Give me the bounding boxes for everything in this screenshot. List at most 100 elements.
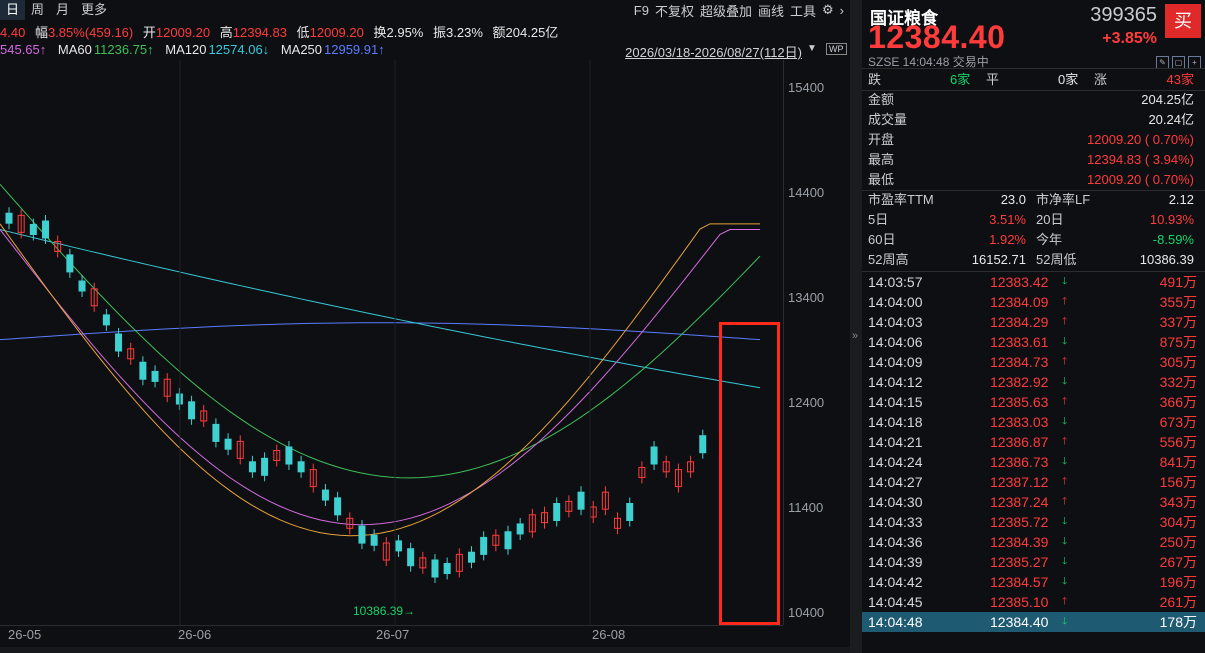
- tab-day[interactable]: 日: [0, 0, 26, 20]
- arrow-down-icon: 🡓: [1062, 536, 1068, 547]
- arrow-down-icon: 🡓: [1062, 556, 1068, 567]
- buy-button[interactable]: 买: [1165, 4, 1201, 38]
- trade-time: 14:04:30: [868, 494, 923, 510]
- date-range[interactable]: 2026/03/18-2026/08/27(112日): [625, 42, 802, 61]
- trade-row[interactable]: 14:04:45 12385.10 🡑 261万: [862, 592, 1205, 612]
- low-label: 最低: [868, 172, 895, 187]
- trade-row[interactable]: 14:04:18 12383.03 🡓 673万: [862, 412, 1205, 432]
- candle: [102, 314, 110, 326]
- ytd-value: -8.59%: [1152, 232, 1194, 247]
- trade-price: 12385.72: [990, 514, 1049, 530]
- ma-line: [0, 322, 761, 341]
- ma120-value: 12574.06↓: [208, 42, 270, 57]
- arrow-up-icon: 🡑: [1062, 396, 1068, 407]
- swing-value: 3.23%: [446, 25, 483, 40]
- settings-icon[interactable]: ⚙: [822, 2, 834, 18]
- candle: [297, 461, 305, 473]
- trade-price: 12383.61: [990, 334, 1049, 350]
- tab-month[interactable]: 月: [50, 0, 75, 20]
- tab-week[interactable]: 周: [25, 0, 50, 20]
- wp-toggle-icon[interactable]: WP: [826, 43, 847, 55]
- no-adjust-button[interactable]: 不复权: [655, 1, 694, 20]
- last-price: 12384.40: [868, 19, 1006, 55]
- trade-price: 12384.39: [990, 534, 1049, 550]
- candle: [5, 212, 13, 224]
- candle: [370, 534, 378, 546]
- arrow-up-icon: 🡑: [1062, 296, 1068, 307]
- d60-value: 1.92%: [989, 232, 1026, 247]
- kline-chart-area[interactable]: 日 周 月 更多 F9 不复权 超级叠加 画线 工具 ⚙ › 4.40 幅3.8…: [0, 0, 850, 653]
- high-value: 12394.83: [232, 25, 287, 40]
- arrow-down-icon: 🡓: [1062, 336, 1068, 347]
- trade-time: 14:03:57: [868, 274, 923, 290]
- trade-row[interactable]: 14:04:15 12385.63 🡑 366万: [862, 392, 1205, 412]
- ma-line: [0, 223, 760, 537]
- trade-row[interactable]: 14:03:57 12383.42 🡓 491万: [862, 272, 1205, 292]
- open-label: 开盘: [868, 132, 895, 147]
- panel-divider[interactable]: »: [850, 0, 862, 653]
- overlay-button[interactable]: 超级叠加: [700, 1, 752, 20]
- trade-volume: 304万: [1159, 514, 1197, 530]
- d5-label: 5日: [868, 212, 889, 227]
- open-label: 开: [142, 25, 156, 40]
- high-row: 最高 12394.83 ( 3.94%): [868, 150, 1194, 170]
- ma-cut-value: 545.65↑: [0, 42, 47, 57]
- trade-price: 12387.12: [990, 474, 1049, 490]
- trade-row[interactable]: 14:04:09 12384.73 🡑 305万: [862, 352, 1205, 372]
- candle: [29, 224, 37, 235]
- trade-row[interactable]: 14:04:21 12386.87 🡑 556万: [862, 432, 1205, 452]
- x-axis-line: [0, 625, 783, 626]
- trade-price: 12385.27: [990, 554, 1049, 570]
- pe-label: 市盈率TTM: [868, 192, 934, 207]
- quote-panel: 国证粮食 399365 买 12384.40 +3.85% SZSE 14:04…: [862, 0, 1205, 653]
- trade-row[interactable]: 14:04:24 12386.73 🡓 841万: [862, 452, 1205, 472]
- trade-volume: 178万: [1159, 614, 1197, 630]
- index-code: 399365: [1090, 4, 1157, 26]
- dropdown-arrow-icon[interactable]: ▼: [807, 43, 817, 54]
- trade-row[interactable]: 14:04:30 12387.24 🡑 343万: [862, 492, 1205, 512]
- candle: [650, 446, 658, 465]
- d5-value: 3.51%: [989, 212, 1026, 227]
- trade-price: 12385.10: [990, 594, 1049, 610]
- trade-row[interactable]: 14:04:48 12384.40 🡓 178万: [862, 612, 1205, 632]
- trade-time: 14:04:03: [868, 314, 923, 330]
- x-tick: 26-07: [376, 627, 410, 642]
- trade-row[interactable]: 14:04:42 12384.57 🡓 196万: [862, 572, 1205, 592]
- tab-more[interactable]: 更多: [75, 0, 113, 20]
- trade-row[interactable]: 14:04:36 12384.39 🡓 250万: [862, 532, 1205, 552]
- trade-time: 14:04:15: [868, 394, 923, 410]
- trade-volume: 673万: [1159, 414, 1197, 430]
- candle: [699, 435, 707, 454]
- trade-price: 12384.73: [990, 354, 1049, 370]
- candlestick-chart[interactable]: [0, 60, 783, 625]
- f9-button[interactable]: F9: [634, 3, 649, 18]
- return-row-2: 60日 1.92% 今年 -8.59%: [868, 230, 1194, 250]
- trade-row[interactable]: 14:04:06 12383.61 🡓 875万: [862, 332, 1205, 352]
- candle: [516, 523, 524, 535]
- expand-icon[interactable]: »: [852, 330, 858, 342]
- y-tick: 14400: [788, 185, 825, 200]
- drawing-button[interactable]: 画线: [758, 1, 784, 20]
- trade-row[interactable]: 14:04:12 12382.92 🡓 332万: [862, 372, 1205, 392]
- y-tick: 12400: [788, 395, 825, 410]
- ma60-value: 11236.75↑: [93, 42, 154, 57]
- trade-row[interactable]: 14:04:27 12387.12 🡑 156万: [862, 472, 1205, 492]
- candle: [151, 370, 159, 382]
- trade-row[interactable]: 14:04:39 12385.27 🡓 267万: [862, 552, 1205, 572]
- amount-label: 金额: [868, 92, 895, 107]
- trade-row[interactable]: 14:04:03 12384.29 🡑 337万: [862, 312, 1205, 332]
- trade-row[interactable]: 14:04:00 12384.09 🡑 355万: [862, 292, 1205, 312]
- trade-time: 14:04:42: [868, 574, 923, 590]
- separator: [862, 68, 1205, 69]
- candle: [321, 489, 329, 501]
- trade-price: 12386.87: [990, 434, 1049, 450]
- flat-count: 0家: [1058, 72, 1079, 87]
- volume-row: 成交量 20.24亿: [868, 110, 1194, 130]
- trade-volume: 355万: [1159, 294, 1197, 310]
- chevron-right-icon[interactable]: ›: [840, 3, 844, 18]
- tools-button[interactable]: 工具: [790, 1, 816, 20]
- trade-row[interactable]: 14:04:33 12385.72 🡓 304万: [862, 512, 1205, 532]
- open-row: 开盘 12009.20 ( 0.70%): [868, 130, 1194, 150]
- trade-price: 12385.63: [990, 394, 1049, 410]
- flat-label: 平: [986, 72, 1000, 87]
